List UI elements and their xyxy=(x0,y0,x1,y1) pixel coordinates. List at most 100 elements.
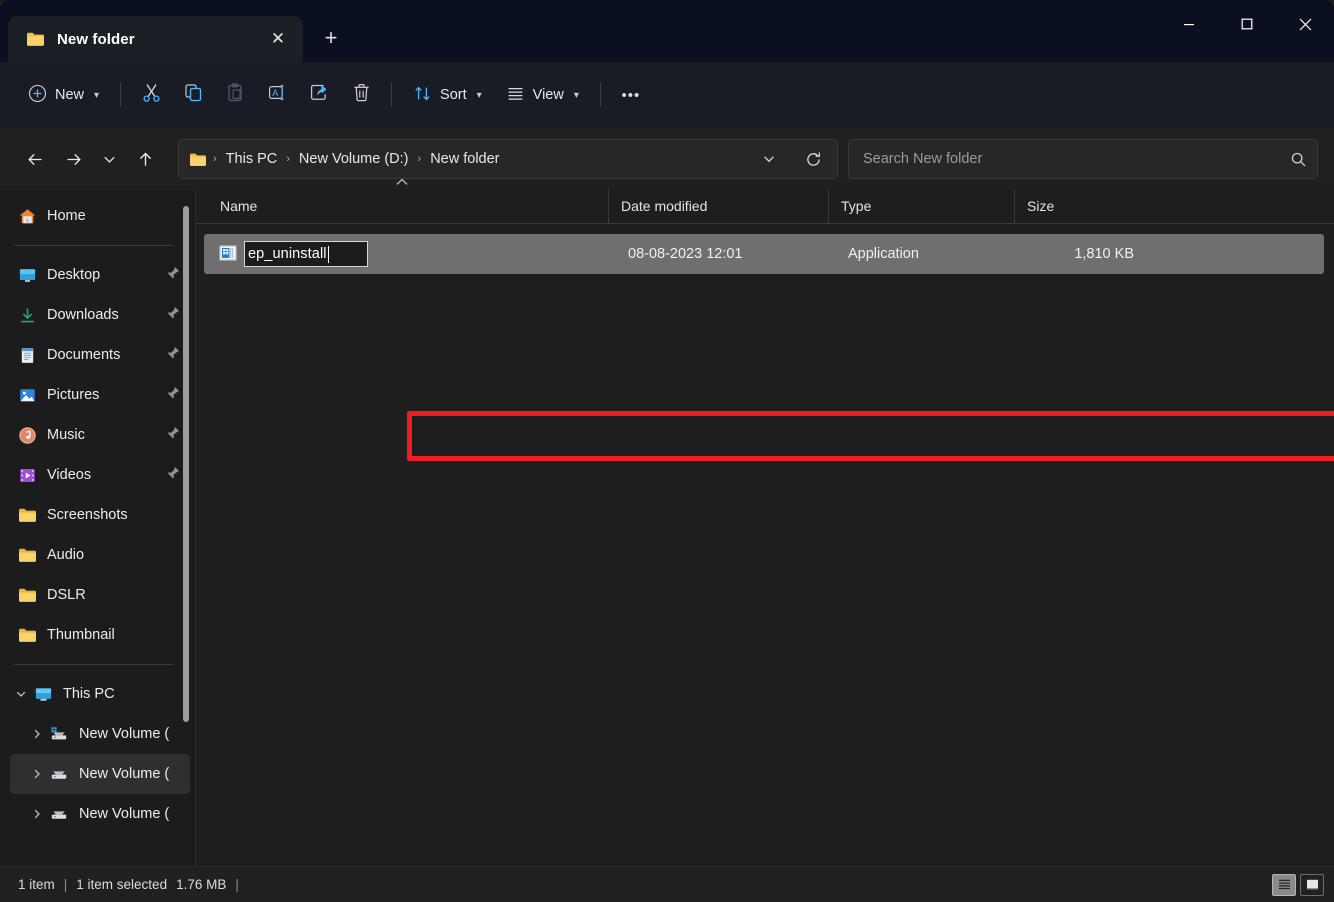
delete-button[interactable] xyxy=(340,75,382,115)
rename-icon: A xyxy=(267,82,288,108)
sidebar-item-label: Music xyxy=(47,427,85,443)
system-drive-icon xyxy=(48,726,70,742)
sidebar-item-music[interactable]: Music xyxy=(10,415,190,455)
this-pc-icon xyxy=(32,685,54,704)
up-arrow-icon[interactable] xyxy=(126,140,164,178)
sidebar-item-documents[interactable]: Documents xyxy=(10,335,190,375)
sidebar-item-videos[interactable]: Videos xyxy=(10,455,190,495)
details-view-toggle[interactable] xyxy=(1272,874,1296,896)
copy-button[interactable] xyxy=(172,75,214,115)
chevron-down-icon: ▾ xyxy=(574,90,579,101)
minimize-button[interactable] xyxy=(1160,0,1218,48)
sidebar-item-desktop[interactable]: Desktop xyxy=(10,255,190,295)
downloads-icon xyxy=(16,306,38,325)
delete-icon xyxy=(351,82,372,108)
chevron-right-icon[interactable] xyxy=(26,728,48,740)
column-header-size[interactable]: Size xyxy=(1014,189,1138,223)
search-icon[interactable] xyxy=(1290,151,1307,168)
share-button[interactable] xyxy=(298,75,340,115)
sidebar-item-audio[interactable]: Audio xyxy=(10,535,190,575)
copy-icon xyxy=(183,82,204,108)
maximize-button[interactable] xyxy=(1218,0,1276,48)
rename-button[interactable]: A xyxy=(256,75,298,115)
tab-label: New folder xyxy=(57,31,251,48)
chevron-right-icon[interactable] xyxy=(26,808,48,820)
breadcrumb-item-new-folder[interactable]: New folder xyxy=(423,148,506,170)
file-size-cell: 1,810 KB xyxy=(1022,234,1146,274)
sidebar-item-downloads[interactable]: Downloads xyxy=(10,295,190,335)
sidebar-item-new-volume-e[interactable]: New Volume ( xyxy=(10,794,190,834)
navigation-pane: Home Desktop xyxy=(0,190,196,866)
pin-icon[interactable] xyxy=(167,346,180,364)
sidebar-item-label: Home xyxy=(47,208,86,224)
large-icons-view-toggle[interactable] xyxy=(1300,874,1324,896)
column-header-label: Name xyxy=(220,198,257,214)
chevron-right-icon[interactable] xyxy=(26,768,48,780)
home-icon xyxy=(16,207,38,226)
new-button[interactable]: New ▾ xyxy=(16,76,111,114)
sidebar-item-screenshots[interactable]: Screenshots xyxy=(10,495,190,535)
tab-new-folder[interactable]: New folder ✕ xyxy=(8,16,303,62)
more-options-button[interactable]: ••• xyxy=(610,75,652,115)
chevron-down-icon[interactable] xyxy=(753,143,785,175)
forward-arrow-icon[interactable] xyxy=(54,140,92,178)
documents-icon xyxy=(16,346,38,365)
recent-locations-icon[interactable] xyxy=(92,140,126,178)
close-window-button[interactable] xyxy=(1276,0,1334,48)
sidebar-item-label: New Volume ( xyxy=(79,726,169,742)
new-tab-button[interactable]: + xyxy=(311,18,351,58)
search-input[interactable] xyxy=(863,151,1290,167)
refresh-icon[interactable] xyxy=(797,143,829,175)
sidebar-item-label: New Volume ( xyxy=(79,766,169,782)
sort-button[interactable]: Sort ▾ xyxy=(401,76,494,114)
address-bar[interactable]: › This PC › New Volume (D:) › New folder xyxy=(178,139,838,179)
column-header-type[interactable]: Type xyxy=(828,189,1014,223)
search-box[interactable] xyxy=(848,139,1318,179)
ellipsis-icon: ••• xyxy=(621,87,640,104)
column-header-name[interactable]: Name xyxy=(196,189,608,223)
chevron-down-icon: ▾ xyxy=(477,90,482,101)
sidebar-item-this-pc[interactable]: This PC xyxy=(10,674,190,714)
sidebar-item-new-volume-c[interactable]: New Volume ( xyxy=(10,714,190,754)
sidebar-item-label: Screenshots xyxy=(47,507,128,523)
file-date-cell: 08-08-2023 12:01 xyxy=(616,234,836,274)
title-bar: New folder ✕ + xyxy=(0,0,1334,62)
sidebar-item-label: Downloads xyxy=(47,307,119,323)
rename-input[interactable]: ep_uninstall xyxy=(244,241,368,267)
status-separator-2: | xyxy=(226,877,248,892)
paste-icon xyxy=(225,82,246,108)
file-name-cell[interactable]: ep_uninstall xyxy=(204,234,616,274)
view-button-label: View xyxy=(533,87,564,103)
breadcrumb-item-this-pc[interactable]: This PC xyxy=(219,148,285,170)
selection-label: 1 item selected xyxy=(76,877,167,892)
pictures-icon xyxy=(16,386,38,405)
sidebar-item-label: Desktop xyxy=(47,267,100,283)
view-button[interactable]: View ▾ xyxy=(494,76,591,114)
sidebar-item-new-volume-d[interactable]: New Volume ( xyxy=(10,754,190,794)
sort-ascending-icon xyxy=(396,177,409,189)
sort-button-label: Sort xyxy=(440,87,467,103)
sidebar-item-label: New Volume ( xyxy=(79,806,169,822)
pin-icon[interactable] xyxy=(167,466,180,484)
pin-icon[interactable] xyxy=(167,266,180,284)
table-row[interactable]: ep_uninstall 08-08-2023 12:01 Applicatio… xyxy=(204,234,1324,274)
folder-icon xyxy=(26,31,45,47)
sidebar-item-dslr[interactable]: DSLR xyxy=(10,575,190,615)
pin-icon[interactable] xyxy=(167,426,180,444)
sidebar-item-thumbnail[interactable]: Thumbnail xyxy=(10,615,190,655)
paste-button[interactable] xyxy=(214,75,256,115)
column-header-date-modified[interactable]: Date modified xyxy=(608,189,828,223)
pin-icon[interactable] xyxy=(167,306,180,324)
back-arrow-icon[interactable] xyxy=(16,140,54,178)
sidebar-item-pictures[interactable]: Pictures xyxy=(10,375,190,415)
chevron-down-icon[interactable] xyxy=(10,688,32,700)
cut-button[interactable] xyxy=(130,75,172,115)
close-tab-icon[interactable]: ✕ xyxy=(263,24,293,54)
sidebar-item-label: Videos xyxy=(47,467,91,483)
drive-icon xyxy=(48,766,70,782)
breadcrumb-item-new-volume-d[interactable]: New Volume (D:) xyxy=(292,148,416,170)
explorer-body: Home Desktop xyxy=(0,190,1334,866)
sidebar-item-home[interactable]: Home xyxy=(10,196,190,236)
sidebar-scrollbar[interactable] xyxy=(183,206,189,722)
pin-icon[interactable] xyxy=(167,386,180,404)
